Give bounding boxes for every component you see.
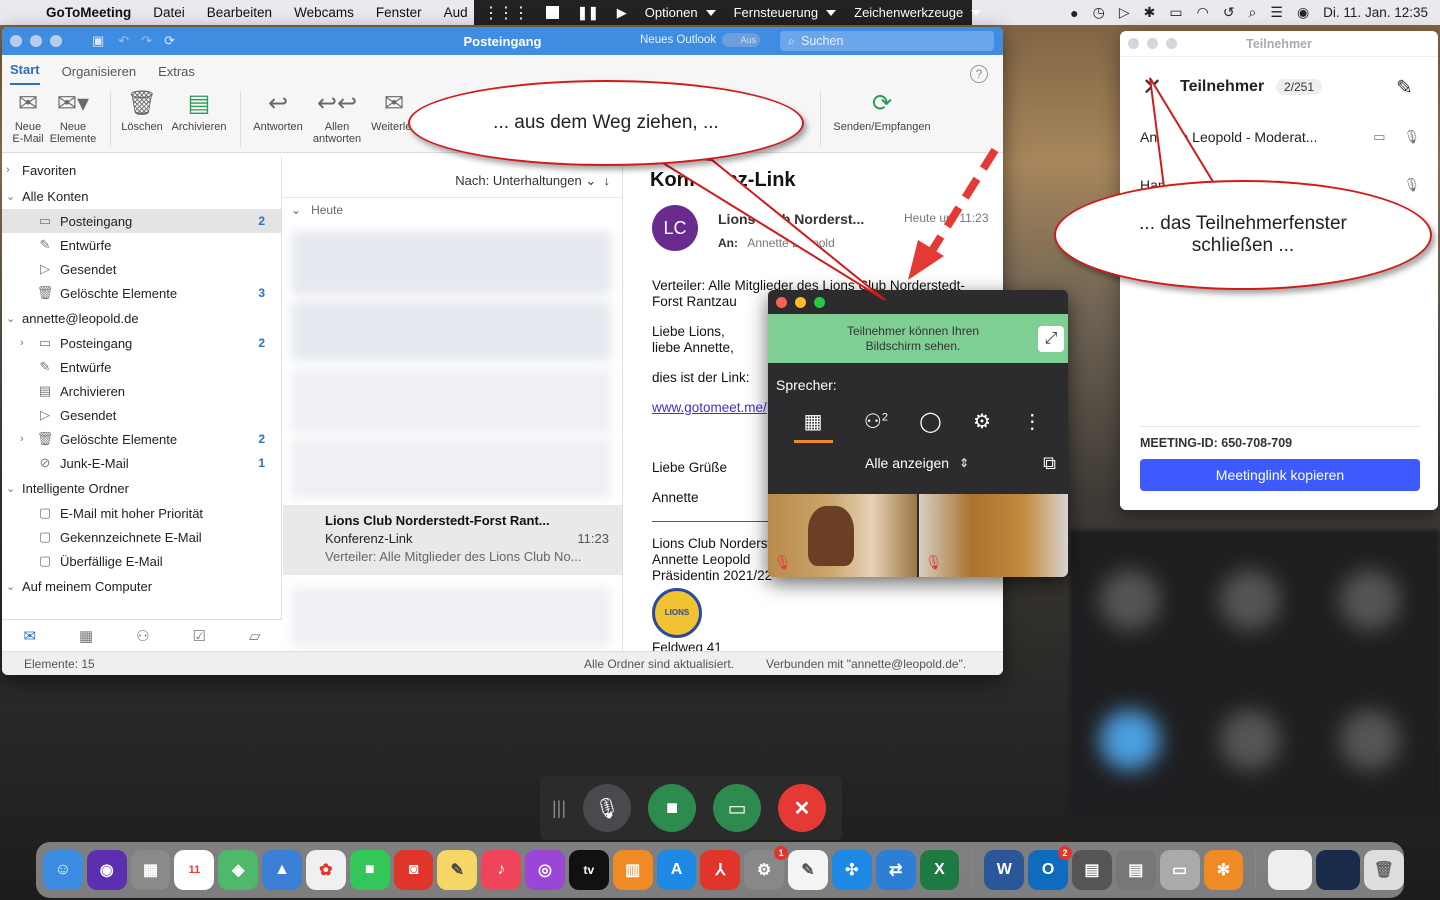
music-icon[interactable]: ♪ — [481, 850, 522, 890]
outlook-icon[interactable]: O2 — [1028, 846, 1073, 890]
leave-meeting-button[interactable]: ✕ — [778, 784, 827, 832]
photo-booth-icon[interactable]: ◙ — [393, 850, 434, 890]
callout-close-participants: ... das Teilnehmerfenster schließen ... — [1054, 180, 1432, 290]
launchpad-icon[interactable]: ▦ — [130, 850, 171, 890]
screenshot-stack-icon[interactable] — [1316, 850, 1360, 890]
books-icon[interactable]: ▥ — [612, 850, 653, 890]
trash-icon[interactable]: 🗑 — [1363, 850, 1404, 890]
notes-icon[interactable]: ✎ — [437, 850, 478, 890]
gotomeeting-icon[interactable]: ✻ — [1203, 850, 1244, 890]
teamviewer-icon[interactable]: ⇄ — [875, 850, 916, 890]
siri-icon[interactable]: ◉ — [86, 850, 127, 890]
drag-handle-icon[interactable]: ||| — [552, 798, 566, 819]
safari-icon[interactable]: ✣ — [831, 850, 872, 890]
monitor-icon: ▭ — [727, 797, 747, 820]
keynote-icon[interactable]: ▲ — [262, 850, 302, 890]
maps-icon[interactable]: ◈ — [218, 850, 259, 890]
callout-tail — [649, 154, 886, 301]
dashed-arrow — [921, 147, 999, 265]
finder-icon[interactable]: ☺ — [43, 850, 83, 890]
meeting-control-bar: ||| 🎙 ■ ▭ ✕ — [540, 776, 842, 840]
badge: 1 — [774, 846, 789, 860]
dock: ☺ ◉ ▦ 11 ◈ ▲ ✿ ■ ◙ ✎ ♪ ◎ tv ▥ A ⅄ ⚙ 1 ✎ ✣… — [36, 842, 1404, 898]
apple-tv-icon[interactable]: tv — [568, 850, 609, 890]
callout-tail — [1149, 77, 1217, 197]
podcasts-icon[interactable]: ◎ — [525, 850, 565, 890]
close-icon: ✕ — [793, 797, 811, 820]
callout-drag-away: ... aus dem Weg ziehen, ... — [408, 80, 804, 166]
mic-muted-icon: 🎙 — [594, 797, 620, 820]
excel-icon[interactable]: X — [919, 850, 960, 890]
facetime-icon[interactable]: ■ — [349, 850, 390, 890]
textedit-icon[interactable]: ✎ — [788, 850, 828, 890]
camera-icon: ■ — [665, 796, 679, 819]
dock-divider — [971, 850, 973, 890]
scanner-icon[interactable]: ▭ — [1159, 850, 1200, 890]
calendar-icon[interactable]: 11 — [174, 850, 215, 890]
acrobat-icon[interactable]: ⅄ — [700, 850, 741, 890]
dock-divider — [1255, 850, 1257, 890]
printer-icon[interactable]: ▤ — [1115, 850, 1156, 890]
photos-icon[interactable]: ✿ — [305, 850, 346, 890]
downloads-stack-icon[interactable] — [1268, 850, 1313, 890]
system-preferences-icon[interactable]: ⚙ 1 — [744, 846, 789, 890]
word-icon[interactable]: W — [984, 850, 1025, 890]
badge: 2 — [1058, 846, 1073, 860]
printer-icon[interactable]: ▤ — [1072, 850, 1112, 890]
camera-button[interactable]: ■ — [648, 784, 697, 832]
screen-share-button[interactable]: ▭ — [713, 784, 762, 832]
app-store-icon[interactable]: A — [656, 850, 697, 890]
mute-microphone-button[interactable]: 🎙 — [583, 784, 632, 832]
